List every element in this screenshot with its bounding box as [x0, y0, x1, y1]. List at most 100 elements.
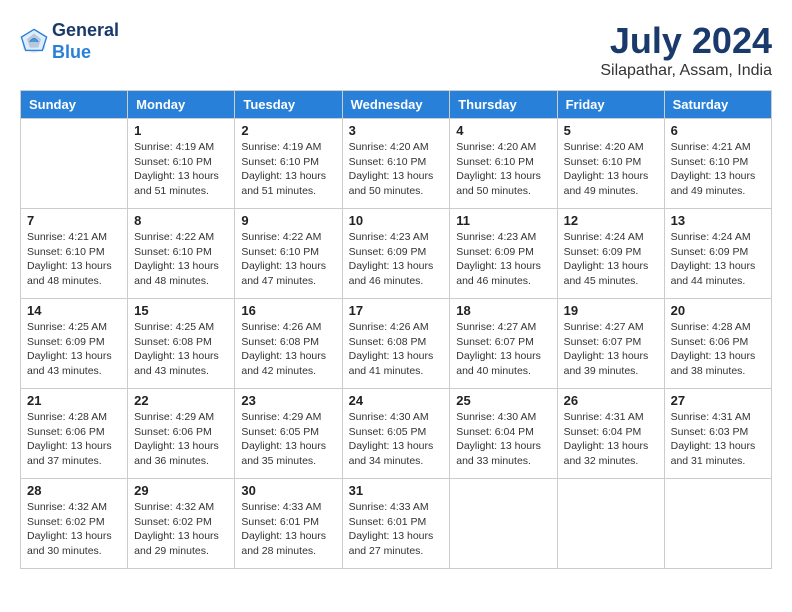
day-info: Sunrise: 4:32 AMSunset: 6:02 PMDaylight:… — [134, 500, 228, 559]
calendar-cell: 1 Sunrise: 4:19 AMSunset: 6:10 PMDaylight… — [128, 119, 235, 209]
location-title: Silapathar, Assam, India — [600, 62, 772, 80]
day-number: 14 — [27, 303, 121, 318]
day-number: 16 — [241, 303, 335, 318]
day-info: Sunrise: 4:30 AMSunset: 6:05 PMDaylight:… — [349, 410, 444, 469]
day-number: 8 — [134, 213, 228, 228]
day-number: 29 — [134, 483, 228, 498]
day-number: 21 — [27, 393, 121, 408]
day-number: 5 — [564, 123, 658, 138]
calendar-cell — [21, 119, 128, 209]
day-number: 13 — [671, 213, 765, 228]
calendar-cell: 18 Sunrise: 4:27 AMSunset: 6:07 PMDayligh… — [450, 299, 557, 389]
day-number: 19 — [564, 303, 658, 318]
calendar-cell: 2Sunrise: 4:19 AMSunset: 6:10 PMDaylight… — [235, 119, 342, 209]
calendar-cell: 7Sunrise: 4:21 AMSunset: 6:10 PMDaylight… — [21, 209, 128, 299]
calendar-cell: 4Sunrise: 4:20 AMSunset: 6:10 PMDaylight… — [450, 119, 557, 209]
calendar-cell: 23Sunrise: 4:29 AMSunset: 6:05 PMDayligh… — [235, 389, 342, 479]
day-number: 3 — [349, 123, 444, 138]
day-info: Sunrise: 4:24 AMSunset: 6:09 PMDaylight:… — [671, 230, 765, 289]
day-info: Sunrise: 4:19 AMSunset: 6:10 PMDaylight:… — [134, 140, 228, 199]
weekday-header-sunday: Sunday — [21, 91, 128, 119]
day-info: Sunrise: 4:27 AMSunset: 6:07 PMDaylight:… — [564, 320, 658, 379]
day-number: 23 — [241, 393, 335, 408]
logo-icon — [20, 28, 48, 56]
day-info: Sunrise: 4:28 AMSunset: 6:06 PMDaylight:… — [671, 320, 765, 379]
day-number: 27 — [671, 393, 765, 408]
calendar-cell: 17 Sunrise: 4:26 AMSunset: 6:08 PMDayligh… — [342, 299, 450, 389]
page-header: General Blue July 2024 Silapathar, Assam… — [20, 20, 772, 80]
day-info: Sunrise: 4:23 AMSunset: 6:09 PMDaylight:… — [456, 230, 550, 289]
calendar-cell: 10 Sunrise: 4:23 AMSunset: 6:09 PMDayligh… — [342, 209, 450, 299]
day-info: Sunrise: 4:20 AMSunset: 6:10 PMDaylight:… — [564, 140, 658, 199]
day-info: Sunrise: 4:21 AMSunset: 6:10 PMDaylight:… — [671, 140, 765, 199]
day-number: 30 — [241, 483, 335, 498]
day-number: 6 — [671, 123, 765, 138]
day-info: Sunrise: 4:23 AMSunset: 6:09 PMDaylight:… — [349, 230, 444, 289]
day-info: Sunrise: 4:30 AMSunset: 6:04 PMDaylight:… — [456, 410, 550, 469]
week-row-2: 7Sunrise: 4:21 AMSunset: 6:10 PMDaylight… — [21, 209, 772, 299]
day-info: Sunrise: 4:26 AMSunset: 6:08 PMDaylight:… — [349, 320, 444, 379]
month-title: July 2024 — [600, 20, 772, 62]
day-number: 18 — [456, 303, 550, 318]
weekday-header-saturday: Saturday — [664, 91, 771, 119]
calendar-cell: 19 Sunrise: 4:27 AMSunset: 6:07 PMDayligh… — [557, 299, 664, 389]
logo-general: General — [52, 20, 119, 40]
weekday-header-wednesday: Wednesday — [342, 91, 450, 119]
logo: General Blue — [20, 20, 119, 63]
day-info: Sunrise: 4:20 AMSunset: 6:10 PMDaylight:… — [349, 140, 444, 199]
day-info: Sunrise: 4:31 AMSunset: 6:03 PMDaylight:… — [671, 410, 765, 469]
day-info: Sunrise: 4:24 AMSunset: 6:09 PMDaylight:… — [564, 230, 658, 289]
calendar-cell: 13 Sunrise: 4:24 AMSunset: 6:09 PMDayligh… — [664, 209, 771, 299]
day-info: Sunrise: 4:33 AMSunset: 6:01 PMDaylight:… — [349, 500, 444, 559]
week-row-3: 14Sunrise: 4:25 AMSunset: 6:09 PMDayligh… — [21, 299, 772, 389]
calendar-cell: 27 Sunrise: 4:31 AMSunset: 6:03 PMDayligh… — [664, 389, 771, 479]
calendar-cell — [450, 479, 557, 569]
calendar-cell: 20 Sunrise: 4:28 AMSunset: 6:06 PMDayligh… — [664, 299, 771, 389]
weekday-header-thursday: Thursday — [450, 91, 557, 119]
calendar-cell: 3 Sunrise: 4:20 AMSunset: 6:10 PMDaylight… — [342, 119, 450, 209]
day-info: Sunrise: 4:22 AMSunset: 6:10 PMDaylight:… — [134, 230, 228, 289]
week-row-4: 21 Sunrise: 4:28 AMSunset: 6:06 PMDayligh… — [21, 389, 772, 479]
calendar-cell — [664, 479, 771, 569]
logo-text: General Blue — [52, 20, 119, 63]
calendar-cell: 26Sunrise: 4:31 AMSunset: 6:04 PMDayligh… — [557, 389, 664, 479]
day-info: Sunrise: 4:26 AMSunset: 6:08 PMDaylight:… — [241, 320, 335, 379]
calendar-table: SundayMondayTuesdayWednesdayThursdayFrid… — [20, 90, 772, 569]
calendar-cell: 31 Sunrise: 4:33 AMSunset: 6:01 PMDayligh… — [342, 479, 450, 569]
calendar-cell: 15 Sunrise: 4:25 AMSunset: 6:08 PMDayligh… — [128, 299, 235, 389]
calendar-cell: 24Sunrise: 4:30 AMSunset: 6:05 PMDayligh… — [342, 389, 450, 479]
day-number: 17 — [349, 303, 444, 318]
calendar-cell: 25 Sunrise: 4:30 AMSunset: 6:04 PMDayligh… — [450, 389, 557, 479]
day-number: 15 — [134, 303, 228, 318]
calendar-cell: 14Sunrise: 4:25 AMSunset: 6:09 PMDayligh… — [21, 299, 128, 389]
day-number: 10 — [349, 213, 444, 228]
weekday-header-tuesday: Tuesday — [235, 91, 342, 119]
day-number: 25 — [456, 393, 550, 408]
calendar-cell: 16 Sunrise: 4:26 AMSunset: 6:08 PMDayligh… — [235, 299, 342, 389]
day-number: 20 — [671, 303, 765, 318]
weekday-header-monday: Monday — [128, 91, 235, 119]
day-number: 4 — [456, 123, 550, 138]
calendar-cell: 29 Sunrise: 4:32 AMSunset: 6:02 PMDayligh… — [128, 479, 235, 569]
calendar-cell: 6 Sunrise: 4:21 AMSunset: 6:10 PMDaylight… — [664, 119, 771, 209]
calendar-cell: 5 Sunrise: 4:20 AMSunset: 6:10 PMDaylight… — [557, 119, 664, 209]
day-number: 31 — [349, 483, 444, 498]
calendar-cell — [557, 479, 664, 569]
calendar-cell: 22Sunrise: 4:29 AMSunset: 6:06 PMDayligh… — [128, 389, 235, 479]
calendar-cell: 28Sunrise: 4:32 AMSunset: 6:02 PMDayligh… — [21, 479, 128, 569]
calendar-cell: 12Sunrise: 4:24 AMSunset: 6:09 PMDayligh… — [557, 209, 664, 299]
day-info: Sunrise: 4:33 AMSunset: 6:01 PMDaylight:… — [241, 500, 335, 559]
day-info: Sunrise: 4:28 AMSunset: 6:06 PMDaylight:… — [27, 410, 121, 469]
calendar-cell: 21 Sunrise: 4:28 AMSunset: 6:06 PMDayligh… — [21, 389, 128, 479]
day-number: 9 — [241, 213, 335, 228]
day-info: Sunrise: 4:32 AMSunset: 6:02 PMDaylight:… — [27, 500, 121, 559]
title-block: July 2024 Silapathar, Assam, India — [600, 20, 772, 80]
calendar-cell: 11Sunrise: 4:23 AMSunset: 6:09 PMDayligh… — [450, 209, 557, 299]
calendar-cell: 30 Sunrise: 4:33 AMSunset: 6:01 PMDayligh… — [235, 479, 342, 569]
day-number: 1 — [134, 123, 228, 138]
calendar-cell: 9Sunrise: 4:22 AMSunset: 6:10 PMDaylight… — [235, 209, 342, 299]
day-info: Sunrise: 4:21 AMSunset: 6:10 PMDaylight:… — [27, 230, 121, 289]
day-number: 22 — [134, 393, 228, 408]
day-info: Sunrise: 4:27 AMSunset: 6:07 PMDaylight:… — [456, 320, 550, 379]
day-info: Sunrise: 4:25 AMSunset: 6:08 PMDaylight:… — [134, 320, 228, 379]
